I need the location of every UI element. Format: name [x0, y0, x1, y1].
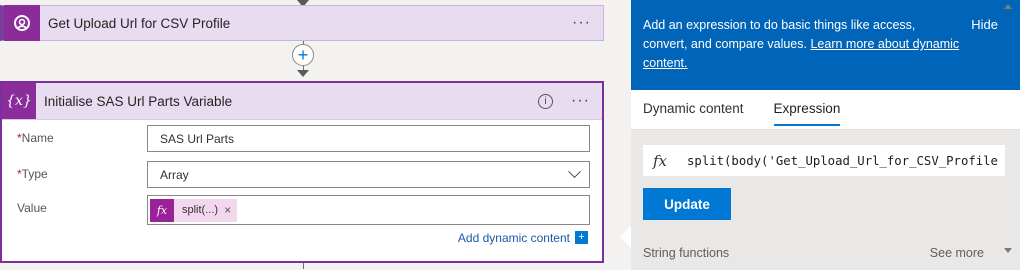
hide-button[interactable]: Hide — [971, 17, 998, 32]
action-title: Get Upload Url for CSV Profile — [48, 15, 231, 31]
function-icon: fx — [150, 198, 174, 222]
connector-bottom — [303, 263, 304, 269]
function-icon: fx — [653, 151, 668, 170]
name-value: SAS Url Parts — [160, 131, 235, 146]
info-icon[interactable]: i — [538, 93, 554, 109]
name-label: *Name — [17, 131, 54, 145]
action-card-get-upload-url[interactable]: Get Upload Url for CSV Profile ··· — [0, 5, 604, 41]
plus-icon: + — [297, 45, 309, 65]
action-title: Initialise SAS Url Parts Variable — [44, 93, 233, 109]
token-label: split(...) — [182, 204, 219, 216]
chevron-down-icon — [568, 165, 581, 179]
arrow-down-icon — [297, 70, 309, 77]
http-action-icon — [4, 5, 40, 41]
type-value: Array — [160, 167, 189, 182]
remove-token-button[interactable]: × — [224, 203, 231, 217]
expression-input[interactable]: fx split(body('Get_Upload_Url_for_CSV_Pr… — [643, 145, 1005, 176]
scroll-down-icon[interactable] — [1004, 248, 1012, 253]
expression-text: split(body('Get_Upload_Url_for_CSV_Profi… — [687, 153, 998, 168]
insert-step-button[interactable]: + — [292, 44, 314, 66]
tab-dynamic-content[interactable]: Dynamic content — [643, 101, 744, 126]
panel-description: Add an expression to do basic things lik… — [643, 16, 963, 73]
action-header[interactable]: {x} Initialise SAS Url Parts Variable i … — [2, 83, 602, 120]
expression-token[interactable]: fx split(...) × — [150, 198, 238, 222]
variable-icon: {x} — [2, 83, 36, 119]
value-label: Value — [17, 201, 47, 215]
action-card-initialise-variable: {x} Initialise SAS Url Parts Variable i … — [0, 81, 604, 263]
type-select[interactable]: Array — [147, 161, 590, 188]
add-dynamic-content-icon[interactable]: + — [575, 231, 588, 244]
panel-pointer — [620, 226, 631, 248]
see-more-link[interactable]: See more — [930, 246, 984, 260]
more-options-button[interactable]: ··· — [572, 14, 591, 32]
expression-area: fx split(body('Get_Upload_Url_for_CSV_Pr… — [631, 129, 1020, 270]
value-field[interactable]: fx split(...) × — [147, 195, 590, 225]
dynamic-content-panel: Add an expression to do basic things lik… — [631, 0, 1020, 270]
name-field[interactable]: SAS Url Parts — [147, 125, 590, 152]
type-label: *Type — [17, 167, 48, 181]
panel-tabs: Dynamic content Expression — [643, 101, 870, 126]
string-functions-heading: String functions — [643, 246, 730, 260]
tab-expression[interactable]: Expression — [773, 101, 841, 126]
panel-header: Add an expression to do basic things lik… — [631, 0, 1020, 90]
scroll-up-icon[interactable] — [1004, 4, 1012, 9]
update-button[interactable]: Update — [643, 188, 731, 220]
more-options-button[interactable]: ··· — [571, 92, 590, 110]
add-dynamic-content-link[interactable]: Add dynamic content — [458, 231, 570, 245]
